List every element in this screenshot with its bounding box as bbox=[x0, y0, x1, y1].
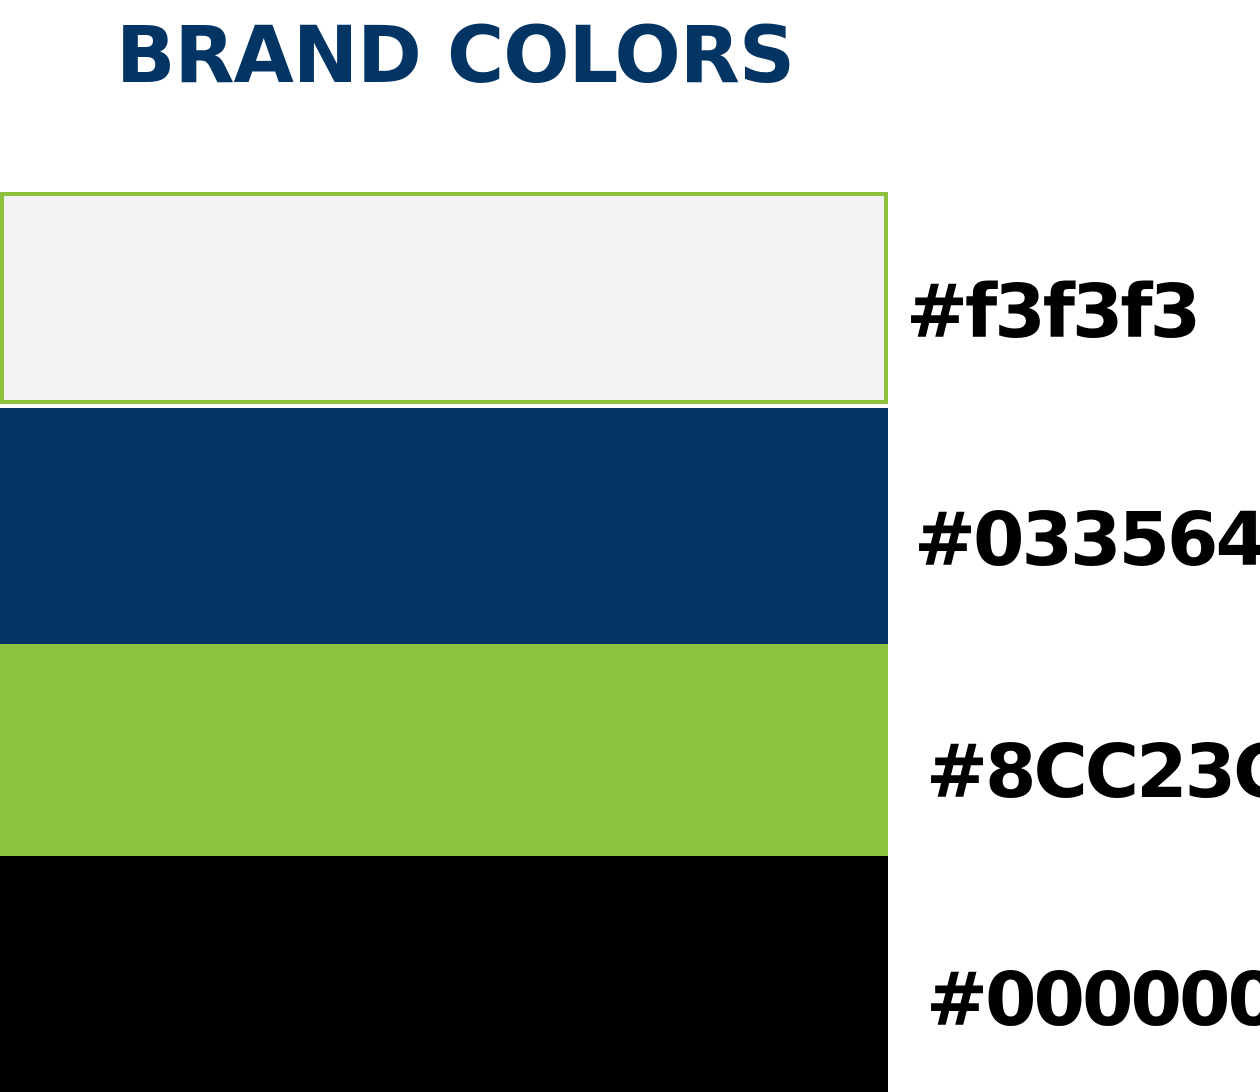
swatch-black bbox=[0, 856, 888, 1092]
page-title: BRAND COLORS bbox=[116, 11, 795, 101]
hex-label-lime-green: #8CC23C bbox=[926, 729, 1260, 815]
hex-label-navy-blue: #033564 bbox=[914, 497, 1260, 583]
swatch-light-gray bbox=[0, 192, 888, 404]
swatch-lime-green bbox=[0, 644, 888, 856]
swatch-navy-blue bbox=[0, 408, 888, 644]
hex-label-black: #000000 bbox=[926, 957, 1260, 1043]
hex-label-light-gray: #f3f3f3 bbox=[906, 269, 1201, 355]
